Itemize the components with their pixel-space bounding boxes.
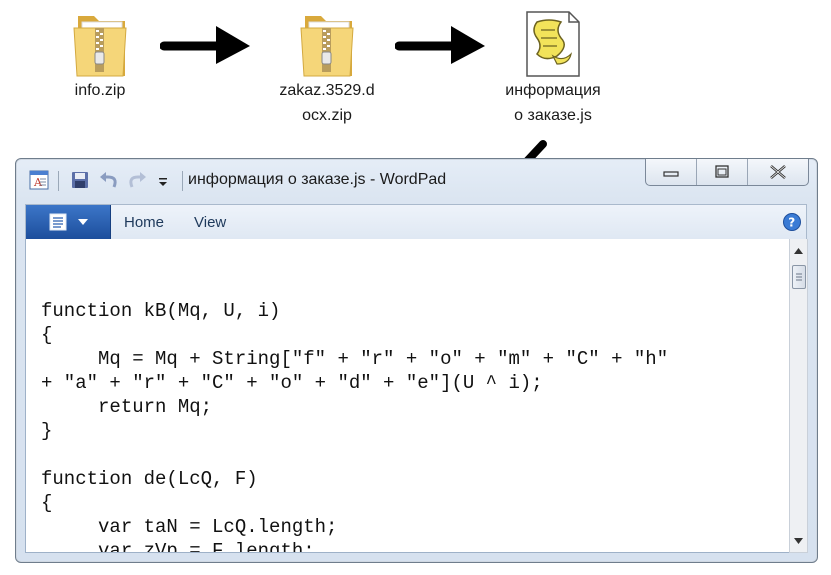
document-menu-icon [49,213,67,231]
arrow-right-icon [160,26,250,64]
redo-icon[interactable] [126,169,148,191]
save-icon[interactable] [70,169,90,191]
help-icon[interactable]: ? [782,212,802,232]
file-name: информация о заказе.js [505,82,601,124]
file-name: zakaz.3529.d ocx.zip [279,82,375,124]
minimize-icon [663,171,679,177]
file-info-js[interactable]: информация о заказе.js [488,8,618,128]
file-name: info.zip [74,82,126,99]
tab-view[interactable]: View [194,214,226,231]
wordpad-window: A информация о заказе.js - WordPad Home … [15,158,818,563]
grip-icon [796,273,802,281]
customize-qat-icon[interactable] [156,169,170,191]
file-zakaz-zip[interactable]: zakaz.3529.d ocx.zip [262,8,392,128]
zip-folder-icon [300,16,354,77]
close-icon [770,165,786,179]
caption-buttons [645,159,809,186]
undo-icon[interactable] [98,169,120,191]
wordpad-app-icon[interactable]: A [28,169,50,191]
vertical-scrollbar[interactable] [789,239,808,553]
scroll-thumb[interactable] [792,265,806,289]
chevron-down-icon [78,219,88,225]
tab-home[interactable]: Home [124,214,164,231]
ribbon-tab-bar: Home View ? [25,204,807,240]
document-text: function kB(Mq, U, i) { Mq = Mq + String… [41,300,669,553]
window-title: информация о заказе.js - WordPad [188,171,447,188]
zip-folder-icon [73,16,127,77]
title-bar: A информация о заказе.js - WordPad [16,159,817,201]
scroll-up-button[interactable] [790,242,807,259]
maximize-button[interactable] [697,159,748,185]
application-menu-button[interactable] [26,205,111,239]
arrow-right-icon [395,26,485,64]
file-info-zip[interactable]: info.zip [55,8,145,103]
document-area[interactable]: function kB(Mq, U, i) { Mq = Mq + String… [25,239,791,553]
svg-text:?: ? [788,216,795,230]
chevron-down-icon [794,537,803,544]
maximize-icon [715,165,729,178]
minimize-button[interactable] [646,159,697,185]
close-button[interactable] [748,159,808,185]
chevron-up-icon [794,247,803,254]
scroll-down-button[interactable] [790,532,807,549]
js-script-icon [526,11,580,77]
